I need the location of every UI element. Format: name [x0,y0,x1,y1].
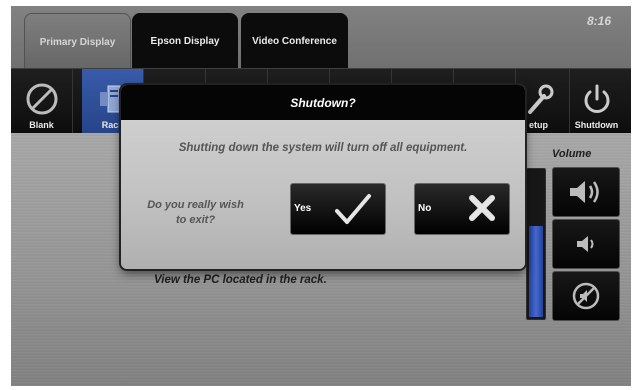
dialog-question-line1: Do you really wish [147,199,244,211]
dialog-message: Shutting down the system will turn off a… [178,142,468,154]
dialog-title: Shutdown? [121,85,525,120]
yes-button[interactable]: Yes [290,183,386,235]
yes-label: Yes [294,203,312,214]
checkmark-icon [335,194,371,224]
touch-panel-screen: Primary Display Epson Display Video Conf… [11,6,631,386]
close-icon [469,195,495,221]
no-button[interactable]: No [414,183,510,235]
dialog-question-line2: to exit? [175,214,216,226]
no-label: No [418,203,432,214]
shutdown-dialog: Shutdown? Shutting down the system will … [121,85,525,269]
dialog-question: Do you really wish to exit? [133,198,258,228]
